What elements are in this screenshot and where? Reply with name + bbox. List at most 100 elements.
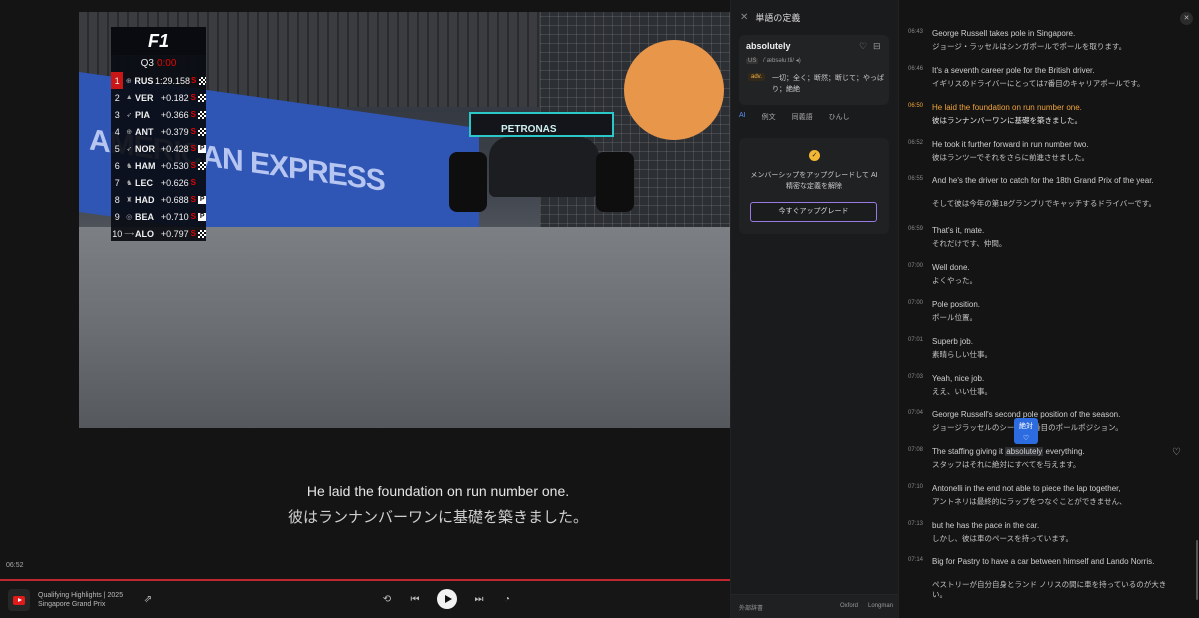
- standings-position: 5: [114, 143, 120, 154]
- track-surface: [79, 227, 730, 428]
- tyre-compound: S: [190, 76, 197, 85]
- tab-synonyms[interactable]: 同義語: [792, 112, 813, 122]
- upgrade-button[interactable]: 今すぐアップグレード: [750, 202, 877, 222]
- car-wheel-left: [449, 152, 487, 212]
- word-tooltip[interactable]: 絶対 ♡: [1014, 418, 1038, 444]
- chequered-flag-icon: [198, 76, 206, 85]
- team-logo-icon: ◎: [126, 213, 133, 221]
- transcript-timestamp[interactable]: 07:08: [908, 447, 923, 453]
- previous-icon[interactable]: ⏮: [407, 591, 423, 607]
- sun-disc: [624, 40, 724, 140]
- row-heart-icon[interactable]: ♡: [1172, 447, 1181, 458]
- chequered-flag-icon: [198, 161, 206, 170]
- transcript-timestamp[interactable]: 07:04: [908, 410, 923, 416]
- transcript-timestamp[interactable]: 07:14: [908, 557, 923, 563]
- speaker-icon[interactable]: ◂): [796, 58, 801, 64]
- lap-gap: +0.428: [160, 143, 189, 154]
- region-badge: US: [746, 58, 759, 64]
- tab-ai[interactable]: AI: [739, 112, 746, 122]
- play-button[interactable]: [437, 589, 457, 609]
- car-wing: PETRONAS: [469, 112, 614, 137]
- longman-link[interactable]: Longman: [868, 603, 893, 609]
- transcript-english: Well done.: [932, 263, 970, 272]
- video-pane: AMERICAN EXPRESS PETRONAS F1 Q3 0:00 1 ⊕ R…: [0, 0, 730, 618]
- driver-code: NOR: [134, 143, 155, 154]
- pit-flag: P: [198, 212, 206, 221]
- bookmark-icon[interactable]: ⊟: [873, 41, 881, 52]
- standings-position: 4: [114, 126, 120, 137]
- transcript-timestamp[interactable]: 06:46: [908, 66, 923, 72]
- transcript-timestamp[interactable]: 06:59: [908, 226, 923, 232]
- transcript-english: but he has the pace in the car.: [932, 521, 1040, 530]
- team-logo-icon: ♜: [126, 196, 133, 204]
- f1-logo: F1: [111, 27, 206, 55]
- transcript-timestamp[interactable]: 06:52: [908, 140, 923, 146]
- transcript-japanese: ポール位置。: [932, 313, 977, 322]
- standings-position: 10: [112, 228, 123, 239]
- transcript-scrollbar[interactable]: [1196, 540, 1198, 600]
- transcript-timestamp[interactable]: 07:03: [908, 374, 923, 380]
- close-icon[interactable]: ✕: [1180, 12, 1193, 25]
- team-logo-icon: ⊕: [126, 128, 133, 136]
- tab-word-class[interactable]: ひんし: [829, 112, 850, 122]
- loop-icon[interactable]: ⟲: [379, 591, 395, 607]
- transcript-timestamp[interactable]: 07:00: [908, 263, 923, 269]
- transcript-japanese: それだけです、仲間。: [932, 239, 1007, 248]
- standings-rows: 1 ⊕ RUS 1:29.158 S 2 ▲ VER +0.182 S 3 ➶ PIA +0.366 S 4 ⊕…: [111, 72, 206, 242]
- next-icon[interactable]: ⏭: [471, 591, 487, 607]
- transcript-timestamp[interactable]: 06:55: [908, 176, 923, 182]
- transcript-timestamp[interactable]: 07:01: [908, 337, 923, 343]
- session-timer: 0:00: [156, 58, 177, 69]
- standings-row: 7 ♞ LEC +0.626 S: [111, 174, 206, 191]
- oxford-link[interactable]: Oxford: [840, 603, 858, 609]
- tooltip-text: 絶対: [1019, 423, 1033, 430]
- transcript-english: Yeah, nice job.: [932, 374, 985, 383]
- video-title-line1: Qualifying Highlights | 2025: [38, 592, 124, 599]
- chequered-flag-icon: [198, 127, 206, 136]
- video-title-line2: Singapore Grand Prix: [38, 601, 106, 608]
- video-frame[interactable]: AMERICAN EXPRESS PETRONAS F1 Q3 0:00 1 ⊕ R…: [79, 12, 730, 428]
- lap-gap: +0.379: [160, 126, 189, 137]
- transcript-english: Pole position.: [932, 300, 981, 309]
- standings-row: 1 ⊕ RUS 1:29.158 S: [111, 72, 206, 89]
- tyre-compound: S: [190, 212, 196, 221]
- upgrade-card: ✓ メンバーシップをアップグレードして AI 精密な定義を解除 今すぐアップグレ…: [739, 138, 889, 234]
- lap-gap: +0.710: [160, 211, 189, 222]
- external-dictionary-label: 外部辞書: [739, 606, 764, 612]
- transcript-english-pre: The staffing giving it: [932, 447, 1006, 456]
- youtube-icon[interactable]: [8, 589, 30, 611]
- car-wheel-right: [596, 152, 634, 212]
- team-logo-icon: ➶: [126, 145, 133, 153]
- transcript-english: He took it further forward in run number…: [932, 140, 1089, 149]
- transcript-japanese: 彼はランナンバーワンに基礎を築きました。: [932, 116, 1082, 125]
- speed-icon[interactable]: ◔: [499, 591, 515, 607]
- video-subtitle: He laid the foundation on run number one…: [79, 483, 797, 527]
- standings-row: 6 ♞ HAM +0.530 S: [111, 157, 206, 174]
- tyre-compound: S: [190, 229, 196, 238]
- tyre-compound: S: [190, 161, 196, 170]
- standings-position: 6: [114, 160, 120, 171]
- transcript-timestamp[interactable]: 07:10: [908, 484, 923, 490]
- favorite-heart-icon[interactable]: ♡: [859, 41, 867, 52]
- subtitle-english: He laid the foundation on run number one…: [306, 483, 570, 499]
- highlighted-word[interactable]: absolutely: [1005, 447, 1044, 456]
- standings-position: 3: [114, 109, 120, 120]
- transcript-panel: ✕ 06:43 George Russell takes pole in Sing…: [898, 0, 1199, 618]
- standings-row: 3 ➶ PIA +0.366 S: [111, 106, 206, 123]
- transcript-timestamp[interactable]: 07:00: [908, 300, 923, 306]
- transcript-timestamp[interactable]: 07:13: [908, 521, 923, 527]
- tooltip-heart-icon[interactable]: ♡: [1014, 434, 1038, 442]
- transcript-japanese: しかし、彼は車のペースを持っています。: [932, 534, 1073, 543]
- transcript-timestamp[interactable]: 06:43: [908, 29, 923, 35]
- dictionary-close-icon[interactable]: ✕: [740, 12, 748, 23]
- tyre-compound: S: [190, 110, 196, 119]
- phonetic-text: /ˈæbsəluːtli/: [763, 58, 795, 64]
- check-badge-icon: ✓: [809, 150, 820, 161]
- external-link-icon[interactable]: ⇗: [140, 591, 156, 607]
- dictionary-title: 単語の定義: [755, 12, 801, 23]
- tab-examples[interactable]: 例文: [762, 112, 776, 122]
- transcript-timestamp[interactable]: 06:50: [908, 103, 923, 109]
- transcript-english: The staffing giving it absolutely everyt…: [932, 446, 1172, 457]
- subtitle-japanese: 彼はランナンバーワンに基礎を築きました。: [287, 509, 588, 526]
- standings-position: 8: [114, 194, 120, 205]
